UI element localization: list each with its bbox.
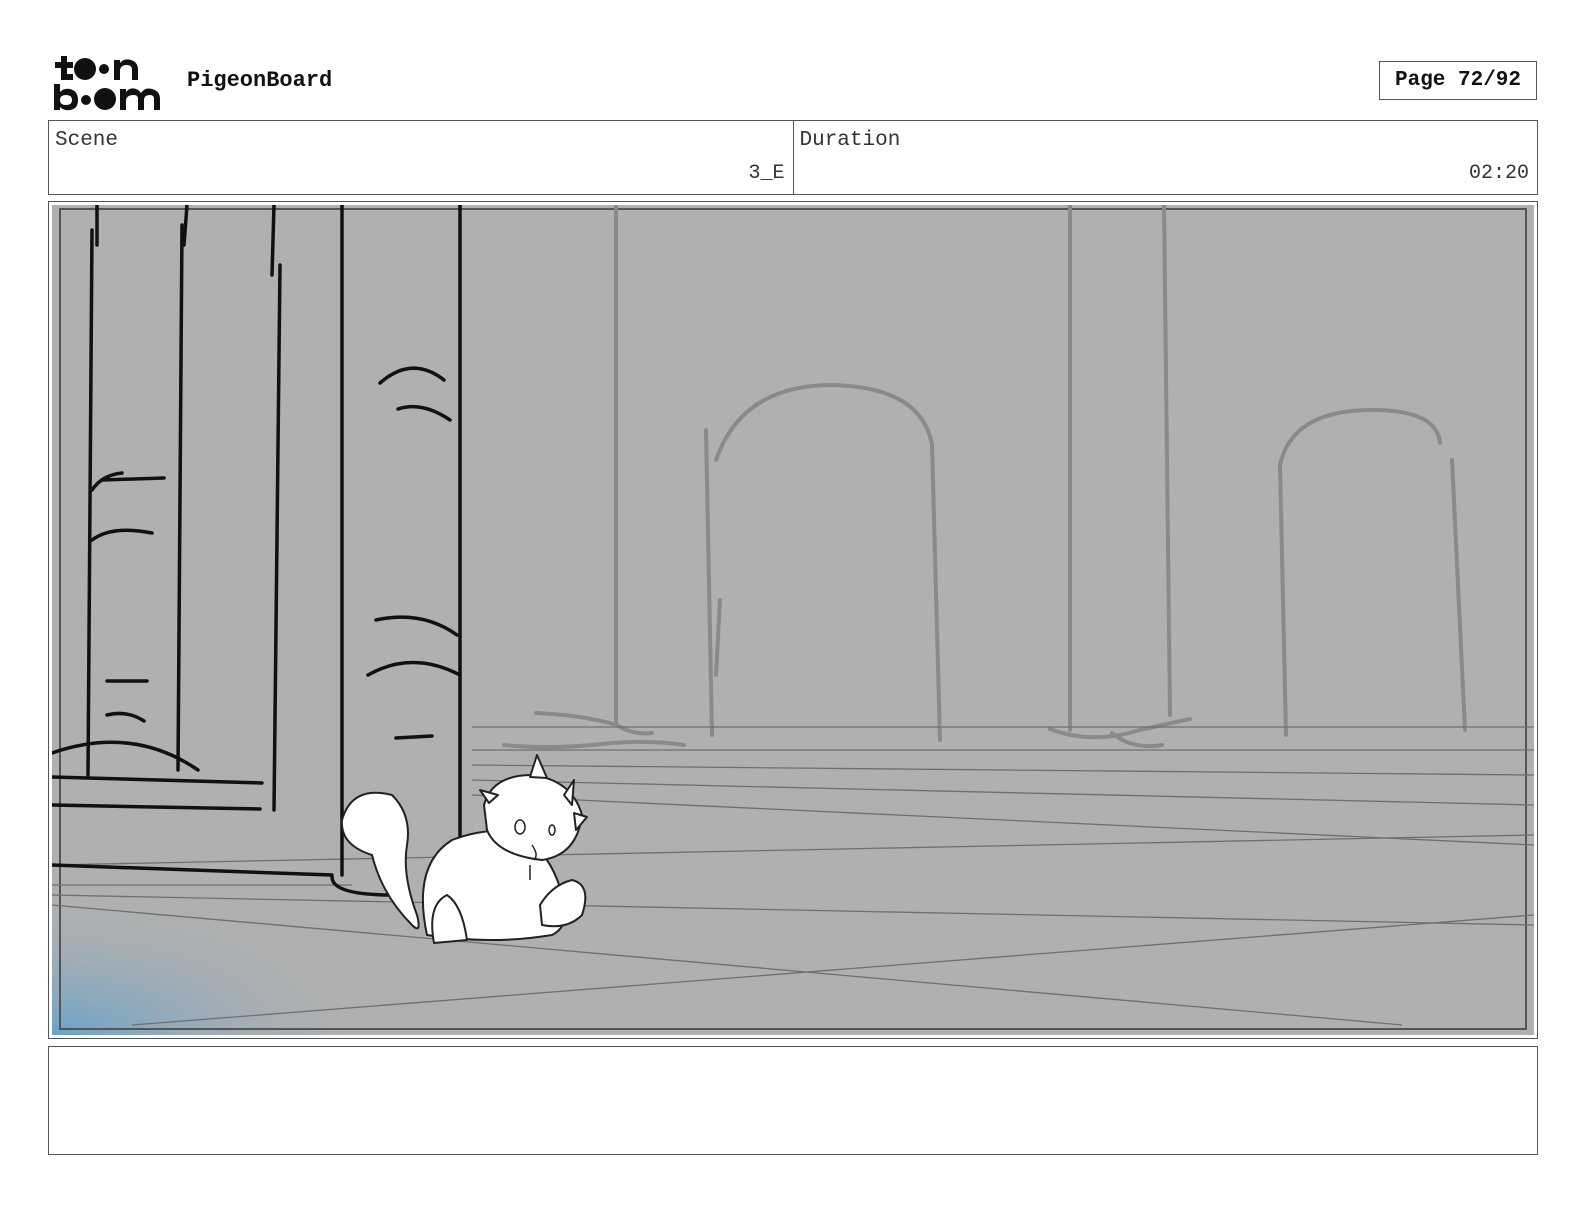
page-indicator: Page 72/92 bbox=[1379, 61, 1537, 100]
scene-label: Scene bbox=[55, 129, 119, 152]
duration-value: 02:20 bbox=[1468, 162, 1529, 185]
toon-boom-logo bbox=[54, 56, 160, 111]
project-title: PigeonBoard bbox=[187, 68, 333, 93]
duration-label: Duration bbox=[799, 129, 901, 152]
scene-cell: Scene 3_E bbox=[49, 121, 793, 194]
panel-sketch bbox=[52, 205, 1534, 1035]
storyboard-panel bbox=[48, 201, 1538, 1039]
scene-info-row: Scene 3_E Duration 02:20 bbox=[48, 120, 1538, 195]
duration-cell: Duration 02:20 bbox=[792, 121, 1538, 194]
panel-notes bbox=[48, 1046, 1538, 1155]
scene-value: 3_E bbox=[748, 162, 785, 185]
